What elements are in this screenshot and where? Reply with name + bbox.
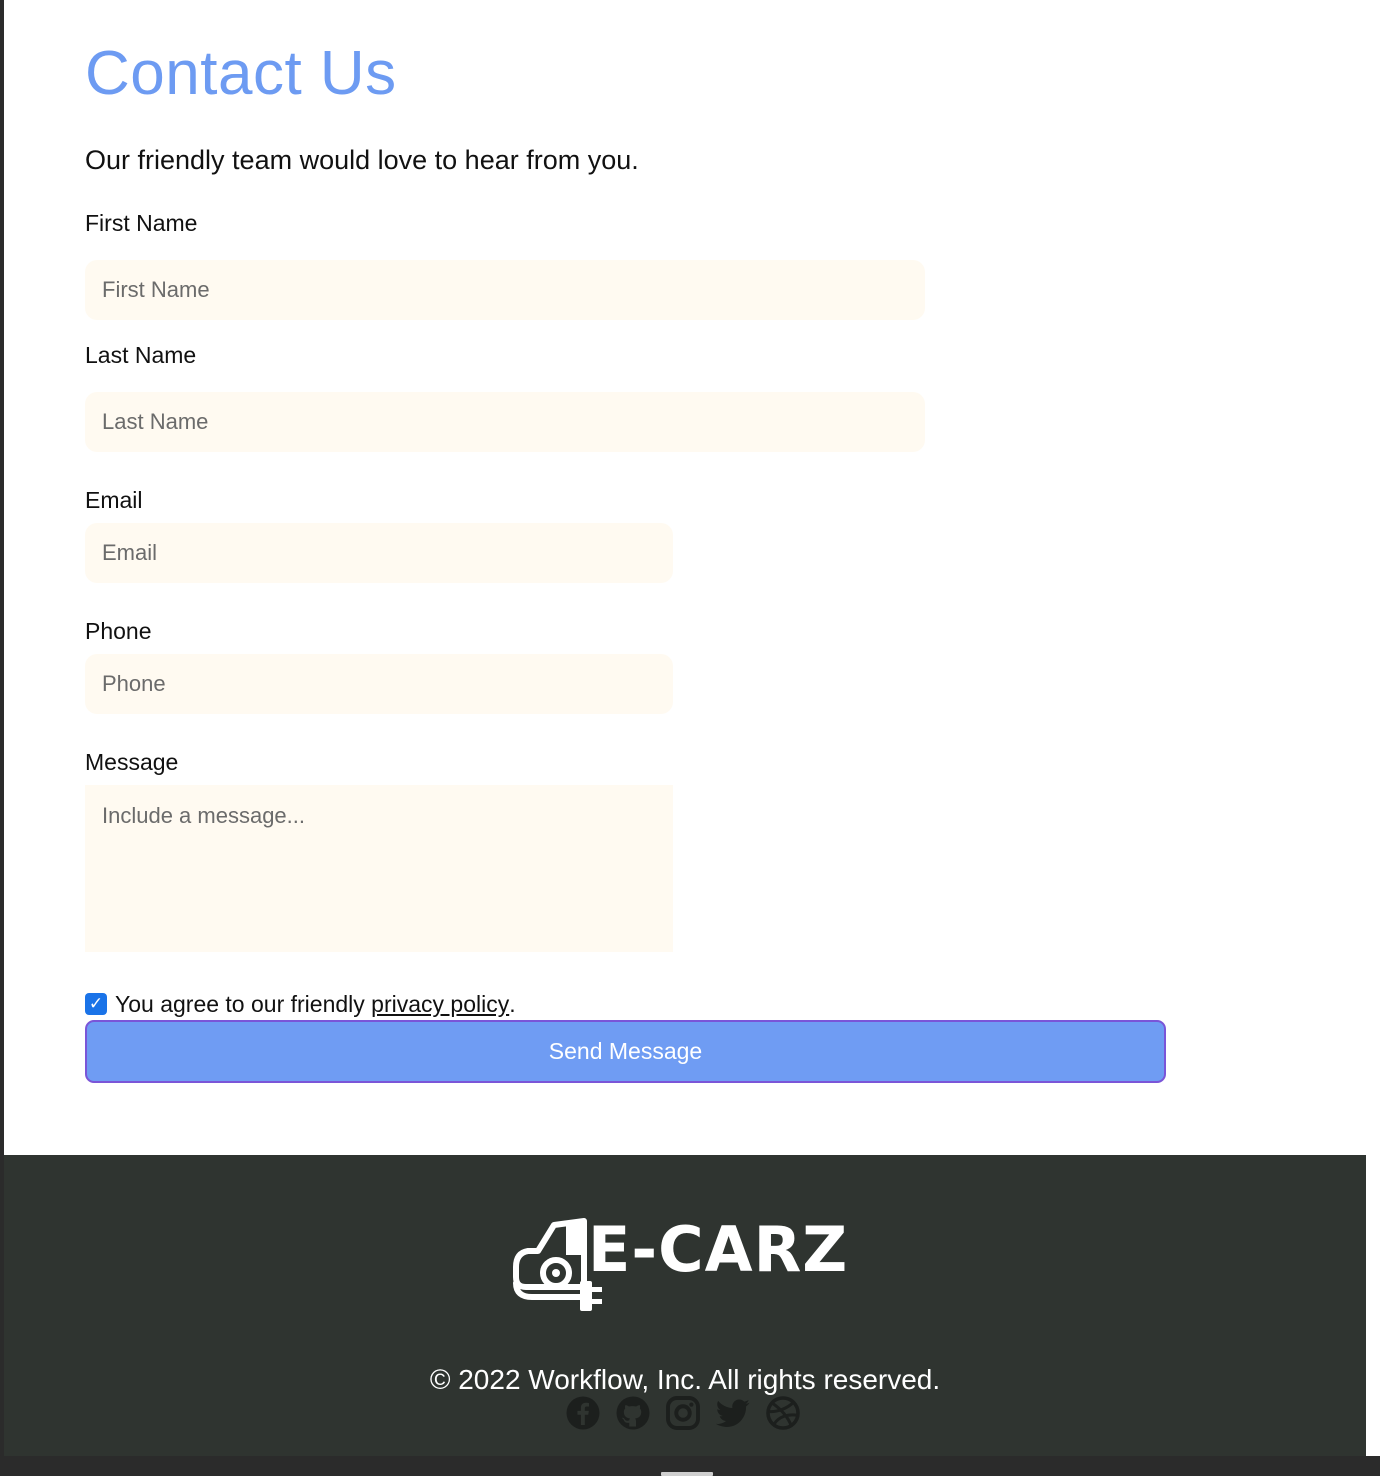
privacy-agreement: ✓ You agree to our friendly privacy poli…	[85, 988, 516, 1020]
message-label: Message	[85, 749, 179, 775]
first-name-input[interactable]	[85, 260, 925, 320]
logo-wordmark: E-CARZ	[588, 1213, 849, 1286]
site-footer: E-CARZ © 2022 Workflow, Inc. All rights …	[4, 1155, 1366, 1456]
email-input[interactable]	[85, 523, 673, 583]
ecarz-logo[interactable]: E-CARZ	[506, 1215, 866, 1315]
instagram-icon[interactable]	[665, 1395, 701, 1431]
email-label: Email	[85, 487, 143, 513]
first-name-label: First Name	[85, 210, 198, 236]
facebook-icon[interactable]	[565, 1395, 601, 1431]
agree-text-end: .	[509, 990, 516, 1017]
privacy-policy-link[interactable]: privacy policy	[371, 991, 509, 1018]
message-textarea[interactable]	[85, 785, 673, 952]
phone-label: Phone	[85, 618, 152, 644]
phone-input[interactable]	[85, 654, 673, 714]
contact-page: Contact Us Our friendly team would love …	[4, 0, 1366, 1456]
agree-checkbox[interactable]: ✓	[85, 993, 107, 1015]
window-edge	[1366, 0, 1380, 1476]
send-message-button[interactable]: Send Message	[85, 1020, 1166, 1083]
social-links	[565, 1395, 801, 1433]
last-name-input[interactable]	[85, 392, 925, 452]
agree-text: You agree to our friendly	[115, 990, 372, 1017]
twitter-icon[interactable]	[715, 1395, 751, 1431]
dribbble-icon[interactable]	[765, 1395, 801, 1431]
resize-handle[interactable]	[661, 1472, 713, 1476]
last-name-label: Last Name	[85, 342, 197, 368]
browser-frame: Contact Us Our friendly team would love …	[0, 0, 1380, 1476]
github-icon[interactable]	[615, 1395, 651, 1431]
copyright-text: © 2022 Workflow, Inc. All rights reserve…	[429, 1364, 941, 1395]
page-title: Contact Us	[85, 39, 397, 108]
page-subtitle: Our friendly team would love to hear fro…	[85, 145, 639, 175]
